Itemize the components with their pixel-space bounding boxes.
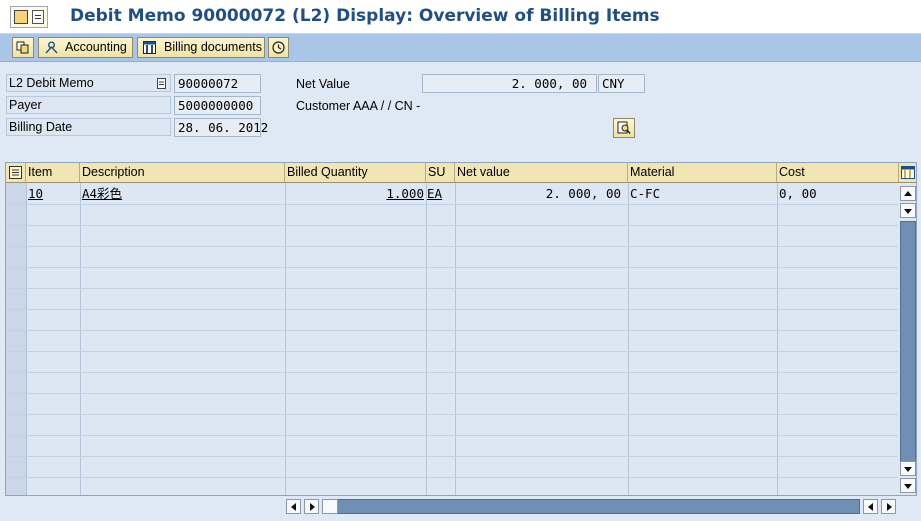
column-header-item[interactable]: Item bbox=[26, 163, 80, 183]
row-selector-column[interactable] bbox=[6, 183, 26, 495]
document-type-label: L2 Debit Memo bbox=[9, 76, 94, 90]
cell-su[interactable]: EA bbox=[427, 185, 454, 203]
display-document-flow-button[interactable] bbox=[12, 37, 34, 58]
payer-label: Payer bbox=[6, 96, 171, 114]
arrow-down-icon bbox=[904, 484, 912, 489]
display-document-flow-icon bbox=[16, 41, 29, 54]
horizontal-scroll-track[interactable] bbox=[322, 499, 860, 514]
select-all-icon bbox=[9, 166, 22, 179]
dropdown-doc-icon bbox=[32, 10, 44, 24]
scroll-down-button[interactable] bbox=[900, 203, 916, 218]
vertical-scrollbar[interactable] bbox=[899, 183, 916, 495]
cell-net-value: 2. 000, 00 bbox=[545, 186, 621, 201]
scroll-page-down-button[interactable] bbox=[900, 461, 916, 476]
column-header-material[interactable]: Material bbox=[628, 163, 777, 183]
horizontal-scroll-thumb[interactable] bbox=[322, 499, 338, 514]
status-icon bbox=[272, 41, 285, 54]
page-title: Debit Memo 90000072 (L2) Display: Overvi… bbox=[70, 6, 660, 26]
arrow-down-icon bbox=[904, 209, 912, 214]
table-configuration-icon bbox=[901, 166, 915, 179]
scroll-right-button[interactable] bbox=[881, 499, 896, 514]
accounting-button[interactable]: Accounting bbox=[38, 37, 133, 58]
column-next-button[interactable] bbox=[304, 499, 319, 514]
cell-item[interactable]: 10 bbox=[28, 185, 78, 203]
document-number-field[interactable]: 90000072 bbox=[174, 74, 261, 93]
table-settings-button[interactable] bbox=[899, 163, 916, 183]
scroll-up-button[interactable] bbox=[900, 186, 916, 201]
menu-grid-icon bbox=[14, 10, 28, 24]
billing-date-field[interactable]: 28. 06. 2012 bbox=[174, 118, 268, 137]
vertical-scroll-thumb[interactable] bbox=[900, 221, 916, 465]
payer-field[interactable]: 5000000000 bbox=[174, 96, 261, 115]
column-first-button[interactable] bbox=[286, 499, 301, 514]
billing-documents-button[interactable]: Billing documents bbox=[137, 37, 265, 58]
application-toolbar: Accounting Billing documents bbox=[0, 34, 921, 62]
title-bar: Debit Memo 90000072 (L2) Display: Overvi… bbox=[0, 0, 921, 34]
header-details-button[interactable] bbox=[613, 118, 635, 138]
arrow-right-icon bbox=[887, 503, 892, 511]
arrow-left-icon bbox=[291, 503, 296, 511]
column-header-net-value[interactable]: Net value bbox=[455, 163, 628, 183]
menu-icon[interactable] bbox=[10, 6, 48, 28]
select-all-button[interactable] bbox=[6, 163, 26, 183]
net-value-field[interactable]: 2. 000, 00 bbox=[422, 74, 597, 93]
billing-items-table: Item Description Billed Quantity SU Net … bbox=[5, 162, 917, 496]
document-type-field[interactable]: L2 Debit Memo bbox=[6, 74, 171, 92]
status-button[interactable] bbox=[268, 37, 289, 58]
cell-cost: 0, 00 bbox=[779, 186, 817, 201]
arrow-down-icon bbox=[904, 467, 912, 472]
currency-field[interactable]: CNY bbox=[598, 74, 645, 93]
billing-documents-icon bbox=[143, 41, 156, 54]
billing-documents-label: Billing documents bbox=[164, 40, 262, 54]
header-details-icon bbox=[617, 121, 631, 134]
column-header-su[interactable]: SU bbox=[426, 163, 455, 183]
arrow-right-icon bbox=[310, 503, 315, 511]
scroll-bottom-button[interactable] bbox=[900, 478, 916, 493]
document-type-info-icon bbox=[157, 78, 166, 89]
arrow-up-icon bbox=[904, 191, 912, 196]
billing-date-label: Billing Date bbox=[6, 118, 171, 136]
customer-text: Customer AAA / / CN - bbox=[296, 99, 421, 113]
column-header-billed-quantity[interactable]: Billed Quantity bbox=[285, 163, 426, 183]
net-value-label: Net Value bbox=[296, 77, 350, 91]
accounting-label: Accounting bbox=[65, 40, 127, 54]
cell-billed-quantity[interactable]: 1.000 bbox=[287, 185, 425, 203]
cell-description[interactable]: A4彩色 bbox=[82, 185, 282, 203]
arrow-left-icon bbox=[868, 503, 873, 511]
accounting-icon bbox=[45, 41, 58, 54]
column-header-description[interactable]: Description bbox=[80, 163, 285, 183]
column-header-cost[interactable]: Cost bbox=[777, 163, 899, 183]
cell-material: C-FC bbox=[630, 186, 661, 201]
scroll-left-button[interactable] bbox=[863, 499, 878, 514]
